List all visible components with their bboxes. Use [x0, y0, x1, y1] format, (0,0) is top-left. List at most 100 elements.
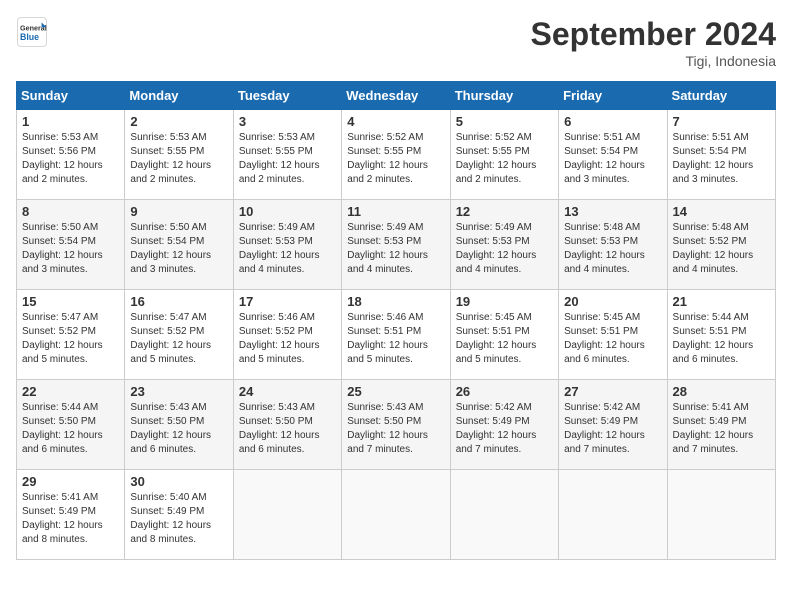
- day-number: 4: [347, 114, 444, 129]
- cell-info: Sunrise: 5:41 AM Sunset: 5:49 PM Dayligh…: [22, 491, 119, 547]
- cell-info: Sunrise: 5:46 AM Sunset: 5:51 PM Dayligh…: [347, 311, 444, 367]
- calendar-cell: 12 Sunrise: 5:49 AM Sunset: 5:53 PM Dayl…: [450, 200, 558, 290]
- cell-info: Sunrise: 5:49 AM Sunset: 5:53 PM Dayligh…: [239, 221, 336, 277]
- cell-info: Sunrise: 5:41 AM Sunset: 5:49 PM Dayligh…: [673, 401, 770, 457]
- title-block: September 2024 Tigi, Indonesia: [531, 16, 776, 69]
- cell-info: Sunrise: 5:46 AM Sunset: 5:52 PM Dayligh…: [239, 311, 336, 367]
- day-number: 8: [22, 204, 119, 219]
- calendar-week-row: 22 Sunrise: 5:44 AM Sunset: 5:50 PM Dayl…: [17, 380, 776, 470]
- calendar-week-row: 29 Sunrise: 5:41 AM Sunset: 5:49 PM Dayl…: [17, 470, 776, 560]
- calendar-cell: 29 Sunrise: 5:41 AM Sunset: 5:49 PM Dayl…: [17, 470, 125, 560]
- cell-info: Sunrise: 5:45 AM Sunset: 5:51 PM Dayligh…: [456, 311, 553, 367]
- day-number: 12: [456, 204, 553, 219]
- calendar-cell: [559, 470, 667, 560]
- day-number: 26: [456, 384, 553, 399]
- calendar-cell: 2 Sunrise: 5:53 AM Sunset: 5:55 PM Dayli…: [125, 110, 233, 200]
- col-tuesday: Tuesday: [233, 82, 341, 110]
- col-friday: Friday: [559, 82, 667, 110]
- calendar-cell: 4 Sunrise: 5:52 AM Sunset: 5:55 PM Dayli…: [342, 110, 450, 200]
- calendar-cell: 5 Sunrise: 5:52 AM Sunset: 5:55 PM Dayli…: [450, 110, 558, 200]
- calendar-header-row: Sunday Monday Tuesday Wednesday Thursday…: [17, 82, 776, 110]
- calendar-cell: 1 Sunrise: 5:53 AM Sunset: 5:56 PM Dayli…: [17, 110, 125, 200]
- calendar-cell: 19 Sunrise: 5:45 AM Sunset: 5:51 PM Dayl…: [450, 290, 558, 380]
- day-number: 20: [564, 294, 661, 309]
- calendar-table: Sunday Monday Tuesday Wednesday Thursday…: [16, 81, 776, 560]
- cell-info: Sunrise: 5:49 AM Sunset: 5:53 PM Dayligh…: [456, 221, 553, 277]
- calendar-cell: [233, 470, 341, 560]
- calendar-cell: 18 Sunrise: 5:46 AM Sunset: 5:51 PM Dayl…: [342, 290, 450, 380]
- month-title: September 2024: [531, 16, 776, 53]
- day-number: 7: [673, 114, 770, 129]
- cell-info: Sunrise: 5:48 AM Sunset: 5:53 PM Dayligh…: [564, 221, 661, 277]
- calendar-cell: 25 Sunrise: 5:43 AM Sunset: 5:50 PM Dayl…: [342, 380, 450, 470]
- day-number: 13: [564, 204, 661, 219]
- day-number: 21: [673, 294, 770, 309]
- cell-info: Sunrise: 5:51 AM Sunset: 5:54 PM Dayligh…: [564, 131, 661, 187]
- day-number: 6: [564, 114, 661, 129]
- day-number: 5: [456, 114, 553, 129]
- day-number: 16: [130, 294, 227, 309]
- calendar-week-row: 8 Sunrise: 5:50 AM Sunset: 5:54 PM Dayli…: [17, 200, 776, 290]
- day-number: 30: [130, 474, 227, 489]
- cell-info: Sunrise: 5:42 AM Sunset: 5:49 PM Dayligh…: [564, 401, 661, 457]
- calendar-cell: 9 Sunrise: 5:50 AM Sunset: 5:54 PM Dayli…: [125, 200, 233, 290]
- calendar-cell: 16 Sunrise: 5:47 AM Sunset: 5:52 PM Dayl…: [125, 290, 233, 380]
- cell-info: Sunrise: 5:42 AM Sunset: 5:49 PM Dayligh…: [456, 401, 553, 457]
- day-number: 24: [239, 384, 336, 399]
- cell-info: Sunrise: 5:43 AM Sunset: 5:50 PM Dayligh…: [130, 401, 227, 457]
- cell-info: Sunrise: 5:48 AM Sunset: 5:52 PM Dayligh…: [673, 221, 770, 277]
- cell-info: Sunrise: 5:44 AM Sunset: 5:50 PM Dayligh…: [22, 401, 119, 457]
- cell-info: Sunrise: 5:43 AM Sunset: 5:50 PM Dayligh…: [239, 401, 336, 457]
- calendar-cell: 17 Sunrise: 5:46 AM Sunset: 5:52 PM Dayl…: [233, 290, 341, 380]
- calendar-cell: 10 Sunrise: 5:49 AM Sunset: 5:53 PM Dayl…: [233, 200, 341, 290]
- day-number: 1: [22, 114, 119, 129]
- day-number: 23: [130, 384, 227, 399]
- calendar-cell: 7 Sunrise: 5:51 AM Sunset: 5:54 PM Dayli…: [667, 110, 775, 200]
- calendar-cell: 26 Sunrise: 5:42 AM Sunset: 5:49 PM Dayl…: [450, 380, 558, 470]
- day-number: 14: [673, 204, 770, 219]
- logo-icon: General Blue: [16, 16, 48, 48]
- cell-info: Sunrise: 5:49 AM Sunset: 5:53 PM Dayligh…: [347, 221, 444, 277]
- location-subtitle: Tigi, Indonesia: [531, 53, 776, 69]
- calendar-week-row: 15 Sunrise: 5:47 AM Sunset: 5:52 PM Dayl…: [17, 290, 776, 380]
- cell-info: Sunrise: 5:53 AM Sunset: 5:55 PM Dayligh…: [130, 131, 227, 187]
- day-number: 27: [564, 384, 661, 399]
- cell-info: Sunrise: 5:47 AM Sunset: 5:52 PM Dayligh…: [130, 311, 227, 367]
- calendar-week-row: 1 Sunrise: 5:53 AM Sunset: 5:56 PM Dayli…: [17, 110, 776, 200]
- day-number: 2: [130, 114, 227, 129]
- calendar-cell: 14 Sunrise: 5:48 AM Sunset: 5:52 PM Dayl…: [667, 200, 775, 290]
- cell-info: Sunrise: 5:52 AM Sunset: 5:55 PM Dayligh…: [347, 131, 444, 187]
- calendar-cell: 20 Sunrise: 5:45 AM Sunset: 5:51 PM Dayl…: [559, 290, 667, 380]
- cell-info: Sunrise: 5:51 AM Sunset: 5:54 PM Dayligh…: [673, 131, 770, 187]
- col-sunday: Sunday: [17, 82, 125, 110]
- calendar-cell: 21 Sunrise: 5:44 AM Sunset: 5:51 PM Dayl…: [667, 290, 775, 380]
- calendar-cell: [342, 470, 450, 560]
- calendar-cell: 23 Sunrise: 5:43 AM Sunset: 5:50 PM Dayl…: [125, 380, 233, 470]
- calendar-cell: 6 Sunrise: 5:51 AM Sunset: 5:54 PM Dayli…: [559, 110, 667, 200]
- calendar-cell: 15 Sunrise: 5:47 AM Sunset: 5:52 PM Dayl…: [17, 290, 125, 380]
- day-number: 11: [347, 204, 444, 219]
- col-monday: Monday: [125, 82, 233, 110]
- day-number: 17: [239, 294, 336, 309]
- calendar-cell: 13 Sunrise: 5:48 AM Sunset: 5:53 PM Dayl…: [559, 200, 667, 290]
- cell-info: Sunrise: 5:45 AM Sunset: 5:51 PM Dayligh…: [564, 311, 661, 367]
- day-number: 18: [347, 294, 444, 309]
- calendar-cell: [667, 470, 775, 560]
- cell-info: Sunrise: 5:52 AM Sunset: 5:55 PM Dayligh…: [456, 131, 553, 187]
- calendar-cell: 30 Sunrise: 5:40 AM Sunset: 5:49 PM Dayl…: [125, 470, 233, 560]
- cell-info: Sunrise: 5:53 AM Sunset: 5:56 PM Dayligh…: [22, 131, 119, 187]
- day-number: 9: [130, 204, 227, 219]
- day-number: 28: [673, 384, 770, 399]
- day-number: 19: [456, 294, 553, 309]
- calendar-cell: 24 Sunrise: 5:43 AM Sunset: 5:50 PM Dayl…: [233, 380, 341, 470]
- day-number: 25: [347, 384, 444, 399]
- cell-info: Sunrise: 5:47 AM Sunset: 5:52 PM Dayligh…: [22, 311, 119, 367]
- page-header: General Blue September 2024 Tigi, Indone…: [16, 16, 776, 69]
- day-number: 10: [239, 204, 336, 219]
- day-number: 22: [22, 384, 119, 399]
- logo: General Blue: [16, 16, 48, 48]
- cell-info: Sunrise: 5:40 AM Sunset: 5:49 PM Dayligh…: [130, 491, 227, 547]
- calendar-cell: 22 Sunrise: 5:44 AM Sunset: 5:50 PM Dayl…: [17, 380, 125, 470]
- calendar-cell: 28 Sunrise: 5:41 AM Sunset: 5:49 PM Dayl…: [667, 380, 775, 470]
- day-number: 15: [22, 294, 119, 309]
